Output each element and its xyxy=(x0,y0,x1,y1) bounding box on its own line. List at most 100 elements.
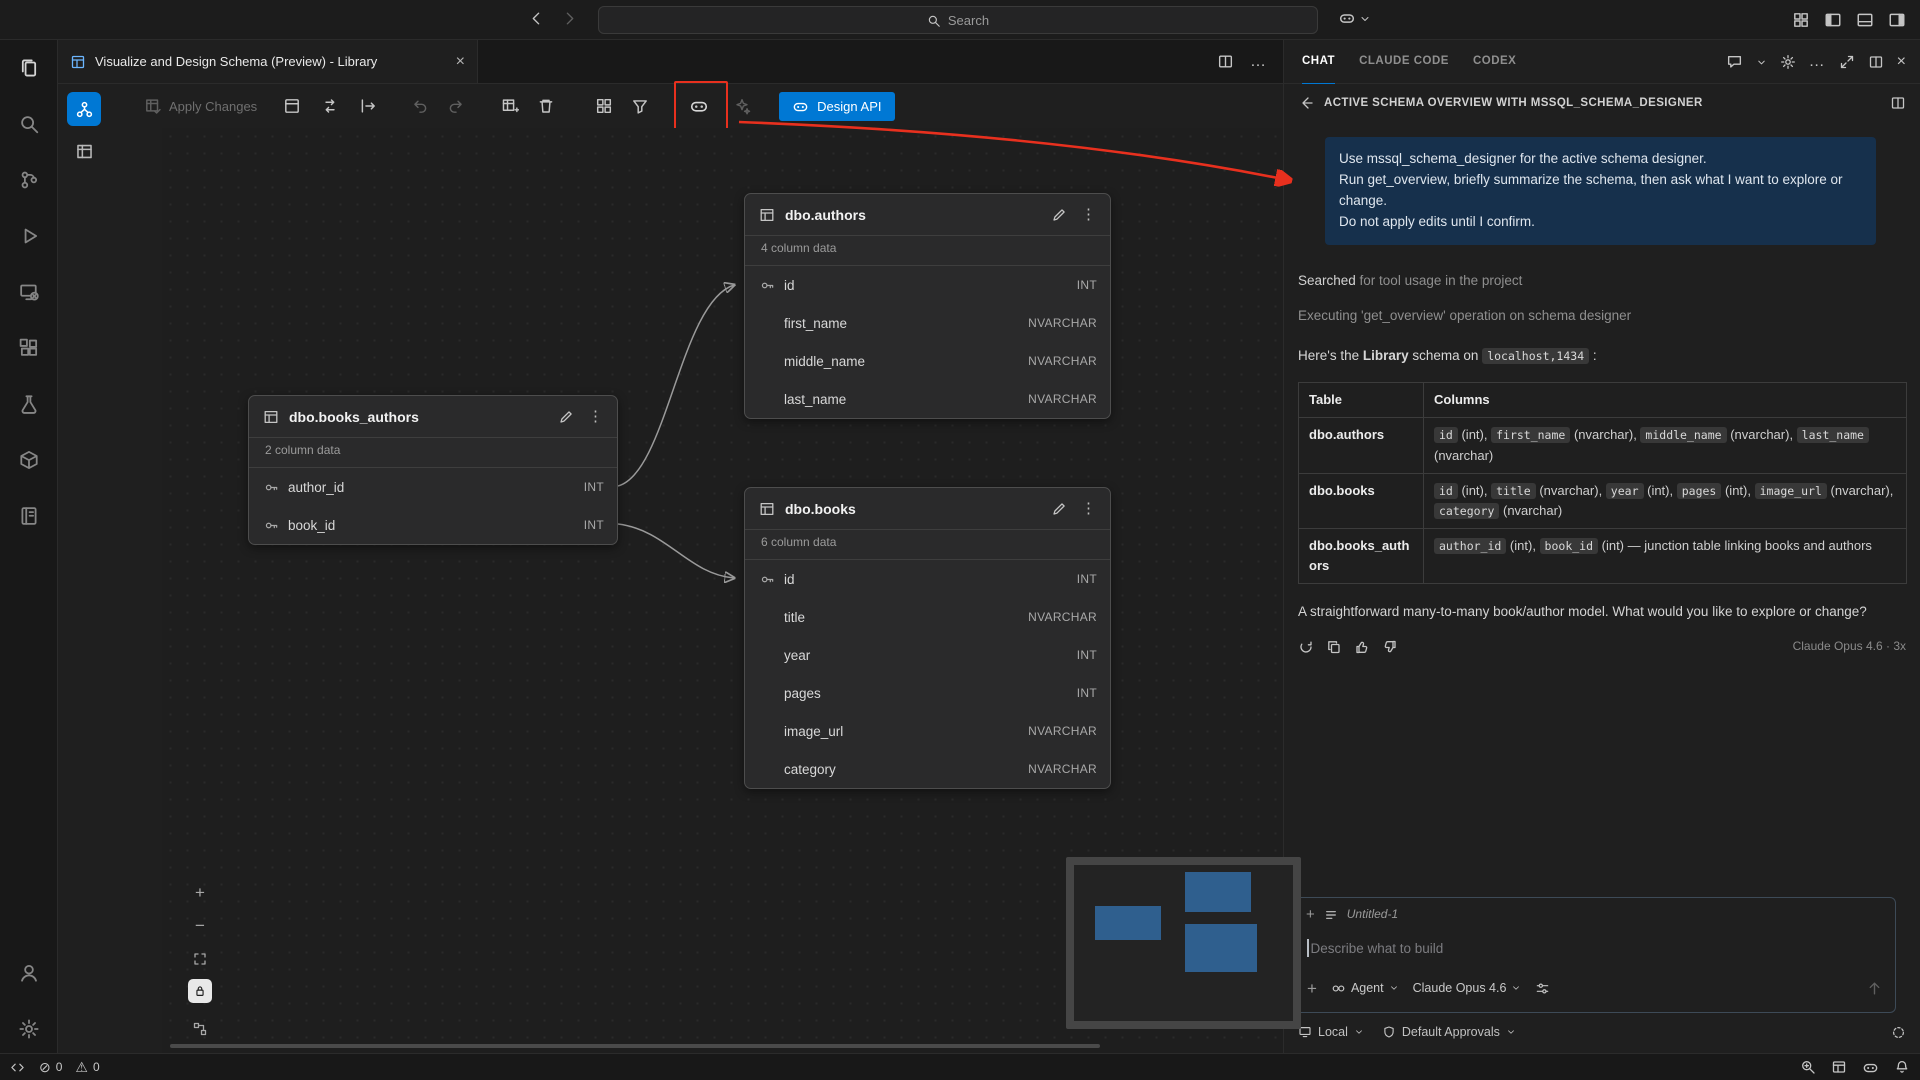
environment-select[interactable]: Local xyxy=(1298,1025,1364,1039)
attach-icon[interactable]: + xyxy=(1307,980,1317,997)
toggle-sidebar-left-icon[interactable] xyxy=(1824,11,1842,29)
apply-changes-button[interactable]: Apply Changes xyxy=(144,97,257,115)
chat-input-box[interactable]: + Untitled-1 Describe what to build + Ag… xyxy=(1294,897,1896,1013)
column-row[interactable]: pagesINT xyxy=(745,674,1110,712)
column-row[interactable]: first_nameNVARCHAR xyxy=(745,304,1110,342)
zoom-in-icon[interactable]: + xyxy=(187,880,213,906)
design-api-button[interactable]: Design API xyxy=(779,92,894,121)
column-row[interactable]: yearINT xyxy=(745,636,1110,674)
tab-close-icon[interactable]: × xyxy=(456,54,465,70)
column-row[interactable]: middle_nameNVARCHAR xyxy=(745,342,1110,380)
horizontal-scrollbar[interactable] xyxy=(170,1044,1100,1048)
column-row[interactable]: image_urlNVARCHAR xyxy=(745,712,1110,750)
customize-layout-icon[interactable] xyxy=(1792,11,1810,29)
remote-explorer-icon[interactable] xyxy=(17,280,41,304)
extensions-icon[interactable] xyxy=(17,336,41,360)
prompt-row[interactable]: Describe what to build xyxy=(1295,930,1895,966)
accounts-icon[interactable] xyxy=(17,961,41,985)
lock-icon[interactable] xyxy=(188,979,212,1003)
zoom-out-icon[interactable]: − xyxy=(187,913,213,939)
back-icon[interactable] xyxy=(528,10,545,27)
layout-status-icon[interactable] xyxy=(1831,1059,1847,1076)
auto-arrange-icon[interactable] xyxy=(595,97,613,115)
table-menu-icon[interactable]: ⋮ xyxy=(1081,207,1096,222)
notifications-bell-icon[interactable] xyxy=(1894,1059,1910,1076)
add-table-icon[interactable] xyxy=(501,97,519,115)
open-definition-icon[interactable] xyxy=(283,97,301,115)
settings-gear-icon[interactable] xyxy=(17,1017,41,1041)
chat-settings-gear-icon[interactable] xyxy=(1780,53,1796,70)
auto-layout-icon[interactable] xyxy=(187,1016,213,1042)
thumbs-up-icon[interactable] xyxy=(1354,638,1370,655)
run-debug-icon[interactable] xyxy=(17,224,41,248)
search-sidebar-icon[interactable] xyxy=(17,112,41,136)
agent-mode-select[interactable]: Agent xyxy=(1331,981,1399,996)
table-node-books-authors[interactable]: dbo.books_authors ⋮ 2 column data author… xyxy=(248,395,618,545)
toggle-sidebar-right-icon[interactable] xyxy=(1888,11,1906,29)
chat-more-icon[interactable]: … xyxy=(1809,54,1826,70)
tool-step-searched[interactable]: Searched for tool usage in the project xyxy=(1298,273,1906,288)
problems-indicator[interactable]: ⊘ 0 ⚠ 0 xyxy=(39,1060,100,1074)
tab-codex[interactable]: CODEX xyxy=(1473,40,1516,84)
add-context-icon[interactable]: + xyxy=(1306,907,1315,922)
fit-view-icon[interactable] xyxy=(187,946,213,972)
tab-chat[interactable]: CHAT xyxy=(1302,40,1335,84)
table-menu-icon[interactable]: ⋮ xyxy=(1081,501,1096,516)
schema-designer-view-icon[interactable] xyxy=(17,504,41,528)
user-message[interactable]: Use mssql_schema_designer for the active… xyxy=(1325,137,1876,245)
column-row[interactable]: author_idINT xyxy=(249,468,617,506)
redo-icon[interactable] xyxy=(447,97,465,115)
session-sync-icon[interactable] xyxy=(1891,1024,1906,1040)
copilot-menu[interactable] xyxy=(1338,9,1371,27)
column-row[interactable]: book_idINT xyxy=(249,506,617,544)
zoom-status-icon[interactable] xyxy=(1800,1059,1816,1076)
open-session-in-editor-icon[interactable] xyxy=(1890,95,1906,112)
undo-icon[interactable] xyxy=(411,97,429,115)
column-row[interactable]: categoryNVARCHAR xyxy=(745,750,1110,788)
toggle-panel-icon[interactable] xyxy=(1856,11,1874,29)
filter-icon[interactable] xyxy=(631,97,649,115)
delete-table-icon[interactable] xyxy=(537,97,555,115)
thumbs-down-icon[interactable] xyxy=(1382,638,1398,655)
schema-canvas[interactable]: dbo.authors ⋮ 4 column data idINTfirst_n… xyxy=(162,128,1335,1053)
copilot-toolbar-icon[interactable] xyxy=(689,96,709,116)
copy-icon[interactable] xyxy=(1326,638,1342,655)
column-row[interactable]: idINT xyxy=(745,266,1110,304)
maximize-panel-icon[interactable] xyxy=(1839,53,1855,70)
testing-icon[interactable] xyxy=(17,392,41,416)
back-icon[interactable] xyxy=(1298,95,1314,112)
table-node-authors[interactable]: dbo.authors ⋮ 4 column data idINTfirst_n… xyxy=(744,193,1111,419)
table-definition-view-button[interactable] xyxy=(67,134,101,168)
new-chat-icon[interactable] xyxy=(1726,53,1743,70)
tab-schema-designer[interactable]: Visualize and Design Schema (Preview) - … xyxy=(58,40,478,83)
forward-icon[interactable] xyxy=(561,10,578,27)
model-settings-sliders-icon[interactable] xyxy=(1535,980,1550,996)
retry-icon[interactable] xyxy=(1298,638,1314,655)
edit-table-icon[interactable] xyxy=(558,408,574,425)
edit-table-icon[interactable] xyxy=(1051,206,1067,223)
close-panel-icon[interactable]: × xyxy=(1897,54,1906,70)
split-editor-icon[interactable] xyxy=(1217,53,1234,70)
editor-more-actions-icon[interactable]: … xyxy=(1250,54,1267,70)
column-row[interactable]: titleNVARCHAR xyxy=(745,598,1110,636)
source-control-icon[interactable] xyxy=(17,168,41,192)
column-row[interactable]: idINT xyxy=(745,560,1110,598)
command-center-search[interactable]: Search xyxy=(598,6,1318,34)
send-icon[interactable] xyxy=(1866,979,1883,996)
database-projects-icon[interactable] xyxy=(17,448,41,472)
compare-changes-icon[interactable] xyxy=(321,97,339,115)
edit-table-icon[interactable] xyxy=(1051,500,1067,517)
explorer-icon[interactable] xyxy=(17,56,41,80)
table-menu-icon[interactable]: ⋮ xyxy=(588,409,603,424)
sparkle-icon[interactable] xyxy=(733,97,751,115)
split-chat-icon[interactable] xyxy=(1868,53,1884,70)
tab-claude-code[interactable]: CLAUDE CODE xyxy=(1359,40,1449,84)
export-diagram-icon[interactable] xyxy=(359,97,377,115)
remote-window-icon[interactable] xyxy=(10,1059,25,1075)
model-select[interactable]: Claude Opus 4.6 xyxy=(1413,981,1522,995)
table-node-books[interactable]: dbo.books ⋮ 6 column data idINTtitleNVAR… xyxy=(744,487,1111,789)
column-row[interactable]: last_nameNVARCHAR xyxy=(745,380,1110,418)
copilot-status-icon[interactable] xyxy=(1862,1058,1879,1075)
minimap[interactable] xyxy=(1066,857,1301,1029)
chevron-down-icon[interactable] xyxy=(1756,54,1767,69)
